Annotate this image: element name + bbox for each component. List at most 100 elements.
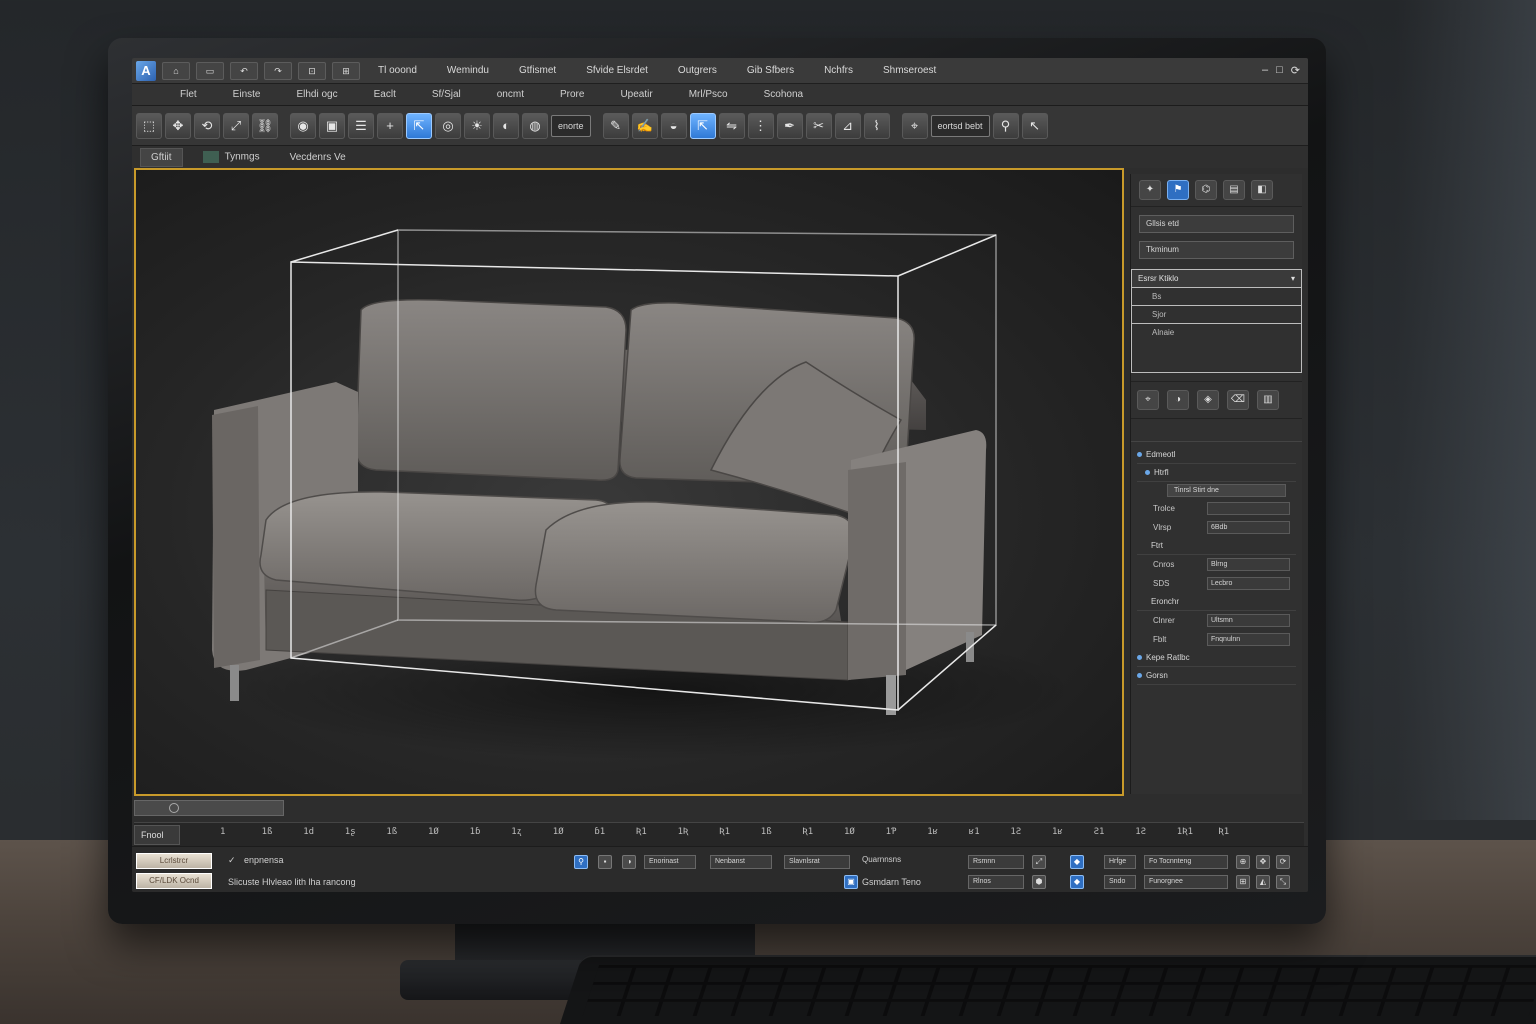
quick-access-select[interactable]: ⊡ [298, 61, 326, 80]
zoom-extents-icon[interactable]: ⊞ [1236, 875, 1250, 889]
sculpt-tool-icon[interactable]: ◒ [660, 112, 687, 139]
array-tool-icon[interactable]: ⋮ [747, 112, 774, 139]
brush-tool-icon[interactable]: ✎ [602, 112, 629, 139]
menu-top-8[interactable]: Shmseroest [871, 65, 948, 76]
key-tool-icon[interactable]: ⚲ [992, 112, 1019, 139]
menu-item-1[interactable]: Flet [162, 89, 215, 100]
quick-access-redo[interactable]: ↷ [264, 61, 292, 80]
param-value[interactable]: 6Bdb [1207, 521, 1290, 534]
menu-item-4[interactable]: Eaclt [356, 89, 414, 100]
quick-access-home[interactable]: ⌂ [162, 61, 190, 80]
object-name-field[interactable]: Gllsis etd [1139, 215, 1294, 233]
menu-item-3[interactable]: Elhdi ogc [278, 89, 355, 100]
key-filter-icon[interactable]: ⤢ [1032, 855, 1046, 869]
menu-top-3[interactable]: Gtfismet [507, 65, 568, 76]
knife-tool-icon[interactable]: ✂ [805, 112, 832, 139]
link-tool-icon[interactable]: ⛓ [252, 112, 278, 139]
param-value[interactable]: Blrng [1207, 558, 1290, 571]
create-panel-icon[interactable]: ✦ [1139, 180, 1161, 200]
material-tool-icon[interactable]: ◐ [493, 112, 519, 139]
add-time-tag-icon[interactable]: ▣ [844, 875, 858, 889]
menu-item-10[interactable]: Scohona [746, 89, 821, 100]
rollout-header-6[interactable]: Gorsn [1137, 667, 1296, 685]
lock-selection-icon[interactable]: ⚲ [574, 855, 588, 869]
paint-tool-icon[interactable]: ✍ [631, 112, 658, 139]
refresh-icon[interactable]: ⟳ [1291, 64, 1300, 77]
auto-key-icon[interactable]: ◆ [1070, 855, 1084, 869]
maximize-viewport-icon[interactable]: ⤡ [1276, 875, 1290, 889]
quick-access-open[interactable]: ▭ [196, 61, 224, 80]
frame-field-2[interactable]: Fo Tocnnteng [1144, 855, 1228, 869]
param-value[interactable]: Lecbro [1207, 577, 1290, 590]
scale-tool-icon[interactable]: ⤢ [223, 112, 249, 139]
tab-2[interactable]: Tynmgs [193, 148, 270, 166]
modifier-row-3[interactable]: Alnaie [1132, 324, 1301, 342]
menu-top-1[interactable]: Tl ooond [366, 65, 429, 76]
motion-panel-icon[interactable]: ▤ [1223, 180, 1245, 200]
pen-tool-icon[interactable]: ✒ [776, 112, 803, 139]
status-button-1[interactable]: Lcrlstrcr [136, 853, 212, 869]
quick-access-undo[interactable]: ↶ [230, 61, 258, 80]
rollout-header-5[interactable]: Kepe Ratlbc [1137, 649, 1296, 667]
isolate-icon[interactable]: ▪ [598, 855, 612, 869]
menu-item-5[interactable]: Sf/Sjal [414, 89, 479, 100]
brush2-tool-icon[interactable]: ⌇ [863, 112, 890, 139]
coord-y-field[interactable]: Nenbanst [710, 855, 772, 869]
modify-panel-icon[interactable]: ⚑ [1167, 180, 1189, 200]
rotate-tool-icon[interactable]: ⟲ [194, 112, 220, 139]
layer-tool-icon[interactable]: ☰ [348, 112, 374, 139]
render-tool-icon[interactable]: ◍ [522, 112, 548, 139]
field-of-view-icon[interactable]: ◭ [1256, 875, 1270, 889]
snap-toggle-icon[interactable]: ◑ [622, 855, 636, 869]
param-wide-field[interactable]: Tinrsl Stirt dne [1167, 484, 1286, 497]
maximize-icon[interactable]: □ [1276, 64, 1283, 77]
tab-1[interactable]: Gftiit [140, 147, 183, 167]
select-tool-icon[interactable]: ⬚ [136, 112, 162, 139]
menu-top-2[interactable]: Wemindu [435, 65, 501, 76]
time-slider-knob[interactable] [169, 803, 179, 813]
time-slider[interactable] [134, 800, 284, 816]
menu-item-6[interactable]: oncmt [479, 89, 542, 100]
toolbar-field-a[interactable]: enorte [551, 114, 591, 137]
configure-icon[interactable]: ▥ [1257, 390, 1279, 410]
menu-top-4[interactable]: Sfvide Elsrdet [574, 65, 660, 76]
status-button-2[interactable]: CF/LDK Ocnd [136, 873, 212, 889]
rollout-header-4[interactable]: Eronchr [1137, 593, 1296, 611]
param-value[interactable]: Ultsmn [1207, 614, 1290, 627]
quick-access-grid[interactable]: ⊞ [332, 61, 360, 80]
rollout-header-3[interactable]: Ftrt [1137, 537, 1296, 555]
sphere-tool-icon[interactable]: ◉ [290, 112, 316, 139]
make-unique-icon[interactable]: ◈ [1197, 390, 1219, 410]
menu-top-6[interactable]: Gib Sfbers [735, 65, 806, 76]
align-tool-icon[interactable]: ⇱ [689, 112, 716, 139]
timeline-track[interactable]: 1 1ß 1d 1ʂ 1ß 1Ø 1ɓ 1ʐ 1Ø ɓ1 Ʀ1 1Ʀ Ʀ1 1ß Ʀ1 1Ø 1Ƥ 1ʁ ʁ1 1Ƨ 1… [180, 824, 1304, 846]
command-line[interactable]: enpnensa [244, 855, 284, 865]
remove-modifier-icon[interactable]: ⌫ [1227, 390, 1249, 410]
snap-tool-icon[interactable]: ⇱ [406, 112, 432, 139]
display-panel-icon[interactable]: ◧ [1251, 180, 1273, 200]
playback-field-1[interactable]: Rsmnn [968, 855, 1024, 869]
menu-item-2[interactable]: Einste [215, 89, 279, 100]
menu-item-8[interactable]: Upeatir [602, 89, 670, 100]
camera-tool-icon[interactable]: ◎ [435, 112, 461, 139]
orbit-icon[interactable]: ⟳ [1276, 855, 1290, 869]
light-tool-icon[interactable]: ☀ [464, 112, 490, 139]
move-tool-icon[interactable]: ✥ [165, 112, 191, 139]
menu-top-5[interactable]: Outgrers [666, 65, 729, 76]
frame-field-3[interactable]: Sndo [1104, 875, 1136, 889]
app-logo-icon[interactable]: A [136, 60, 156, 81]
modifier-list-field[interactable]: Tkminum [1139, 241, 1294, 259]
modifier-row-1[interactable]: Bs [1132, 288, 1301, 306]
coord-z-field[interactable]: Slavnlsrat [784, 855, 850, 869]
frame-field-1[interactable]: Hrfge [1104, 855, 1136, 869]
coord-x-field[interactable]: Enorinast [644, 855, 696, 869]
menu-item-9[interactable]: Mrl/Psco [671, 89, 746, 100]
pin-tool-icon[interactable]: ⌖ [901, 112, 928, 139]
add-tool-icon[interactable]: + [377, 112, 403, 139]
pointer-tool-icon[interactable]: ↖ [1021, 112, 1048, 139]
playback-field-2[interactable]: Rlnos [968, 875, 1024, 889]
toolbar-field-b[interactable]: eortsd bebt [930, 114, 990, 137]
box-tool-icon[interactable]: ▣ [319, 112, 345, 139]
frame-field-4[interactable]: Funorgnee [1144, 875, 1228, 889]
key-mode-icon[interactable]: ◆ [1070, 875, 1084, 889]
